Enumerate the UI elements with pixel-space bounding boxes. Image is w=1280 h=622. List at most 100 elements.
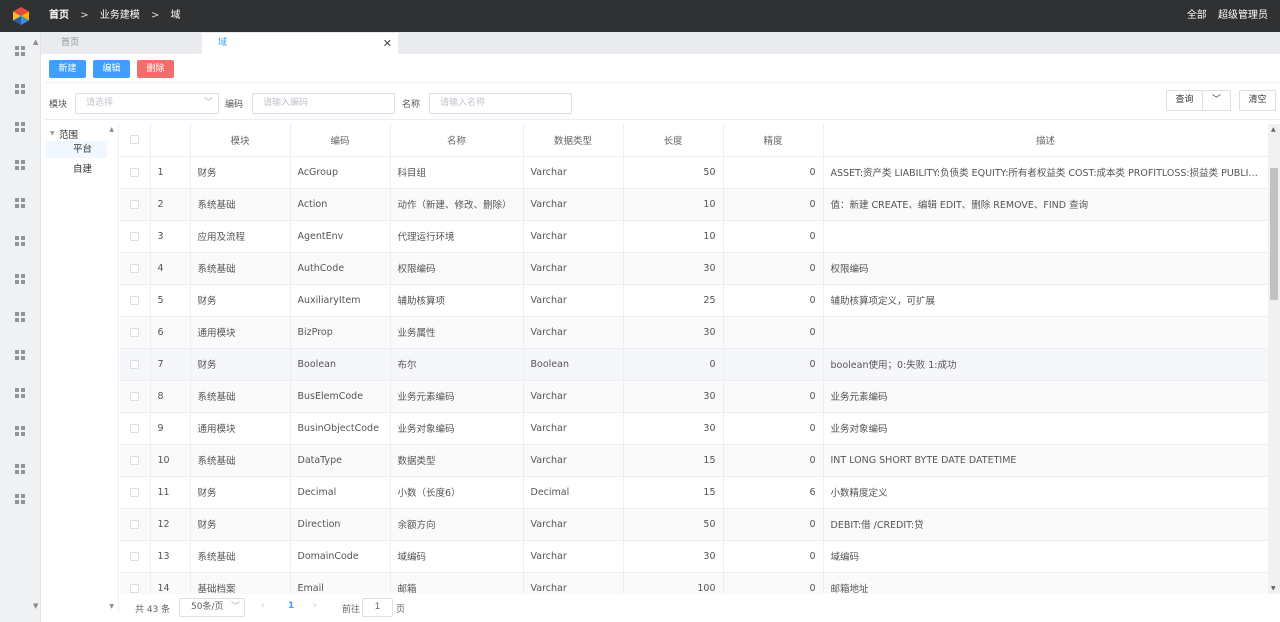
tab-home[interactable]: 首页 [45,33,200,54]
rail-scroll-up-icon[interactable]: ▲ [33,38,38,46]
close-icon[interactable]: ✕ [383,33,392,54]
scope-selector[interactable]: 全部 [1187,10,1207,21]
grid-menu-icon[interactable] [15,198,26,209]
table-row[interactable]: 13 系统基础 DomainCode 域编码 Varchar 30 0 域编码 [120,540,1269,573]
table-row[interactable]: 14 基础档案 Email 邮箱 Varchar 100 0 邮箱地址 [120,572,1269,594]
grid-menu-icon[interactable] [15,388,26,399]
tree-node-custom[interactable]: 自建 [73,161,92,175]
grid-menu-icon[interactable] [15,160,26,171]
column-header-module[interactable]: 模块 [190,124,291,157]
next-page-icon[interactable]: › [313,601,317,611]
scroll-up-icon[interactable]: ▲ [1271,126,1276,133]
name-input[interactable]: 请输入名称 [429,93,572,114]
grid-menu-icon[interactable] [15,494,26,505]
domain-table: 模块 编码 名称 数据类型 长度 精度 描述 1 财务 AcGroup 科目组 Varc… [120,124,1280,594]
prev-page-icon[interactable]: ‹ [261,601,265,611]
name-cell: 动作（新建、修改、删除） [390,188,524,221]
query-options-dropdown[interactable]: ﹀ [1202,90,1231,111]
column-header-precision[interactable]: 精度 [723,124,824,157]
row-checkbox[interactable] [130,519,140,529]
grid-menu-icon[interactable] [15,122,26,133]
grid-menu-icon[interactable] [15,84,26,95]
breadcrumb-home[interactable]: 首页 [49,10,69,21]
row-checkbox[interactable] [130,455,140,465]
grid-menu-icon[interactable] [15,236,26,247]
grid-menu-icon[interactable] [15,426,26,437]
row-checkbox[interactable] [130,423,140,433]
tree-node-platform[interactable]: 平台 [45,141,107,158]
edit-button[interactable]: 编辑 [93,60,130,78]
page-number[interactable]: 1 [288,601,294,611]
data-type-cell: Varchar [523,508,624,541]
column-header-code[interactable]: 编码 [290,124,391,157]
row-checkbox[interactable] [130,551,140,561]
row-checkbox[interactable] [130,359,140,369]
tab-domain[interactable]: 域 ✕ [202,33,398,54]
data-type-cell: Varchar [523,284,624,317]
module-select[interactable]: 请选择 ﹀ [75,93,219,114]
name-cell: 布尔 [390,348,524,381]
table-row[interactable]: 3 应用及流程 AgentEnv 代理运行环境 Varchar 10 0 [120,220,1269,253]
module-cell: 财务 [190,508,291,541]
scroll-down-icon[interactable]: ▼ [1271,585,1276,592]
table-row[interactable]: 11 财务 Decimal 小数（长度6） Decimal 15 6 小数精度定义 [120,476,1269,509]
row-checkbox[interactable] [130,583,140,593]
rail-scroll-down-icon[interactable]: ▼ [33,602,38,610]
grid-menu-icon[interactable] [15,46,26,57]
table-row[interactable]: 10 系统基础 DataType 数据类型 Varchar 15 0 INT LONG SHO… [120,444,1269,477]
row-select-cell [120,316,151,349]
code-cell: DomainCode [290,540,391,573]
data-type-cell: Varchar [523,316,624,349]
column-header-name[interactable]: 名称 [390,124,524,157]
breadcrumb-business-modeling[interactable]: 业务建模 [100,10,140,21]
column-header-description[interactable]: 描述 [823,124,1269,157]
row-index: 12 [150,508,191,541]
select-all-checkbox[interactable] [130,135,140,145]
code-input[interactable]: 请输入编码 [252,93,395,114]
row-checkbox[interactable] [130,167,140,177]
table-row[interactable]: 2 系统基础 Action 动作（新建、修改、删除） Varchar 10 0 值：新建 CR… [120,188,1269,221]
clear-button[interactable]: 清空 [1239,90,1276,111]
row-checkbox[interactable] [130,263,140,273]
grid-menu-icon[interactable] [15,350,26,361]
new-button[interactable]: 新建 [49,60,86,78]
table-row[interactable]: 9 通用模块 BusinObjectCode 业务对象编码 Varchar 30 0 业务对象… [120,412,1269,445]
row-checkbox[interactable] [130,327,140,337]
delete-button[interactable]: 删除 [137,60,174,78]
row-checkbox[interactable] [130,199,140,209]
length-cell: 50 [623,156,724,189]
query-button[interactable]: 查询 [1166,90,1203,111]
length-cell: 100 [623,572,724,594]
row-checkbox[interactable] [130,487,140,497]
goto-page-input[interactable]: 1 [362,598,393,617]
table-row[interactable]: 4 系统基础 AuthCode 权限编码 Varchar 30 0 权限编码 [120,252,1269,285]
row-checkbox[interactable] [130,391,140,401]
tree-node-root[interactable]: 范围 [59,127,78,141]
index-header [150,124,191,157]
user-menu[interactable]: 超级管理员 [1218,10,1268,21]
table-scrollbar[interactable]: ▲ ▼ [1268,124,1280,594]
tree-scroll-down-icon[interactable]: ▼ [109,603,114,610]
table-row[interactable]: 5 财务 AuxiliaryItem 辅助核算项 Varchar 25 0 辅助核算项定义，可… [120,284,1269,317]
page-unit-label: 页 [396,605,406,615]
column-header-length[interactable]: 长度 [623,124,724,157]
column-header-data-type[interactable]: 数据类型 [523,124,624,157]
row-checkbox[interactable] [130,231,140,241]
grid-menu-icon[interactable] [15,312,26,323]
caret-down-icon[interactable]: ▼ [50,130,55,137]
description-cell: 辅助核算项定义，可扩展 [823,284,1269,317]
grid-menu-icon[interactable] [15,464,26,475]
row-select-cell [120,412,151,445]
name-cell: 域编码 [390,540,524,573]
table-row[interactable]: 12 财务 Direction 余额方向 Varchar 50 0 DEBIT:借 /CRED… [120,508,1269,541]
table-row[interactable]: 6 通用模块 BizProp 业务属性 Varchar 30 0 [120,316,1269,349]
table-row[interactable]: 8 系统基础 BusElemCode 业务元素编码 Varchar 30 0 业务元素编码 [120,380,1269,413]
tree-scroll-up-icon[interactable]: ▲ [109,126,114,133]
grid-menu-icon[interactable] [15,274,26,285]
app-logo-icon[interactable] [11,6,31,26]
table-row[interactable]: 1 财务 AcGroup 科目组 Varchar 50 0 ASSET:资产类 LIABILI… [120,156,1269,189]
table-row[interactable]: 7 财务 Boolean 布尔 Boolean 0 0 boolean使用；0:失败 1:成功 [120,348,1269,381]
page-size-select[interactable]: 50条/页 ﹀ [179,598,245,617]
scrollbar-thumb[interactable] [1270,168,1278,300]
row-checkbox[interactable] [130,295,140,305]
